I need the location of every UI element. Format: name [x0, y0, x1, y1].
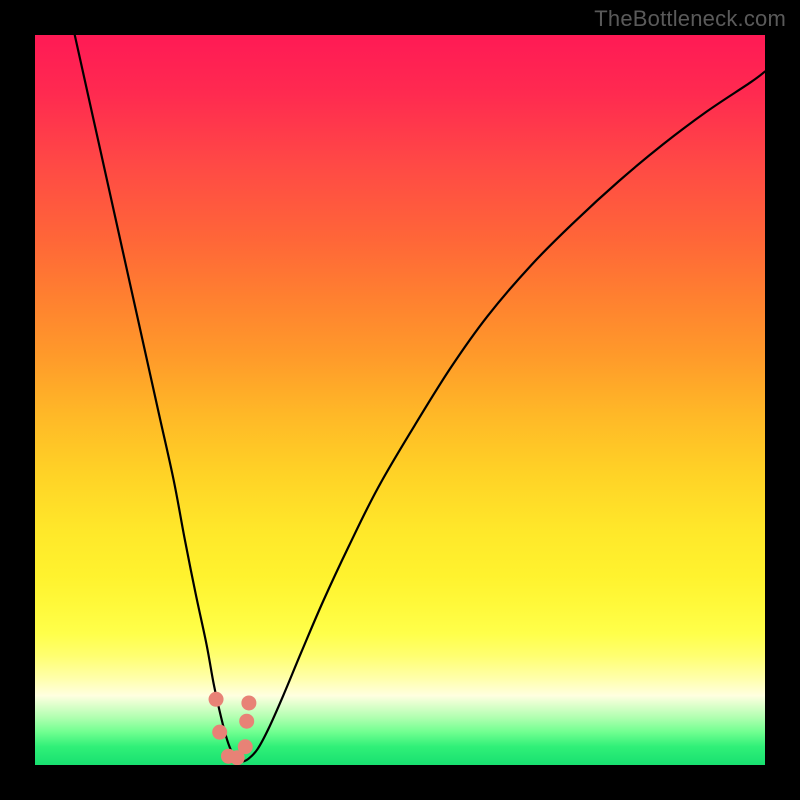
marker-point [239, 714, 254, 729]
watermark-text: TheBottleneck.com [594, 6, 786, 32]
marker-point [212, 725, 227, 740]
marker-point [209, 692, 224, 707]
marker-point [241, 695, 256, 710]
plot-area [35, 35, 765, 765]
chart-frame: TheBottleneck.com [0, 0, 800, 800]
marker-point [238, 739, 253, 754]
curve-layer [35, 35, 765, 765]
highlight-markers [209, 692, 257, 765]
bottleneck-curve [72, 35, 766, 761]
